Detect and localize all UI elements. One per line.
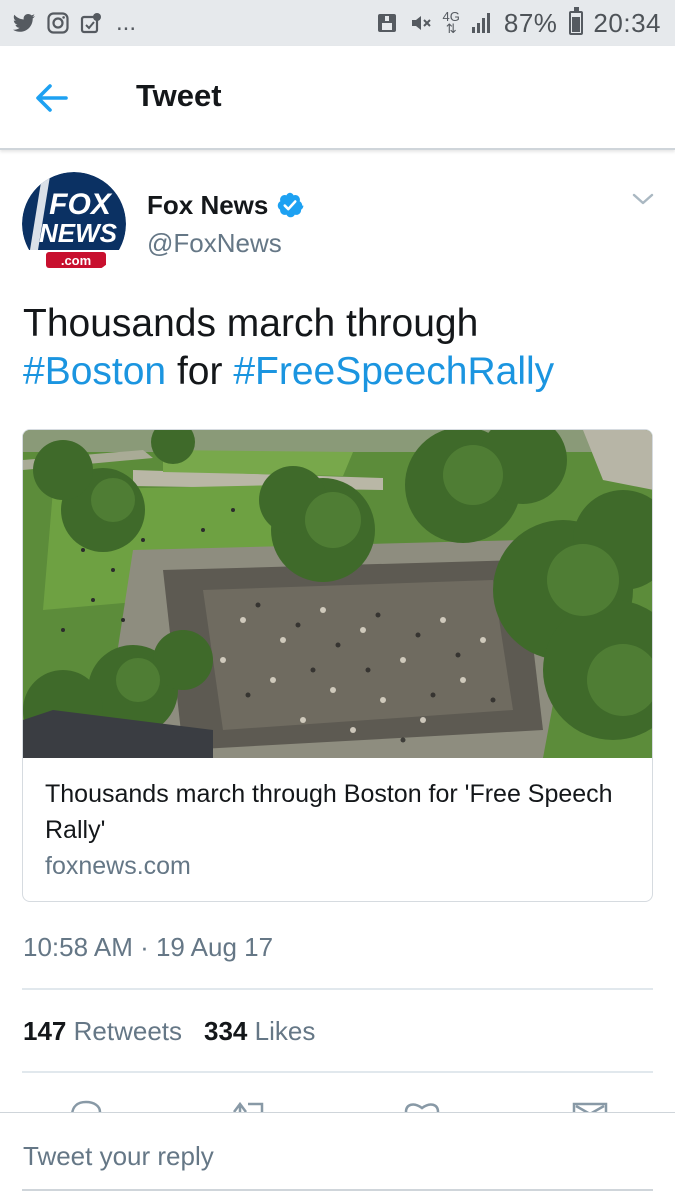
tweet-text: Thousands march through #Boston for #Fre… <box>23 300 653 396</box>
signal-icon <box>471 13 490 33</box>
clock: 20:34 <box>593 7 661 38</box>
notification-icon <box>80 13 101 34</box>
reply-input[interactable] <box>23 1141 643 1172</box>
likes-label: Likes <box>254 1016 316 1046</box>
svg-text:FOX: FOX <box>49 188 113 221</box>
save-icon <box>377 14 396 32</box>
back-arrow-icon[interactable] <box>32 80 72 116</box>
svg-text:NEWS: NEWS <box>39 218 118 248</box>
fox-news-logo: FOX NEWS .com <box>22 172 126 276</box>
tweet-text-part: for <box>176 350 223 393</box>
retweets-stat[interactable]: 147 Retweets <box>23 1016 182 1047</box>
link-card[interactable]: Thousands march through Boston for 'Free… <box>22 429 653 902</box>
battery-icon <box>569 7 584 35</box>
battery-percent: 87% <box>503 7 558 38</box>
verified-badge-icon <box>277 192 304 218</box>
hashtag-boston[interactable]: #Boston <box>23 350 166 393</box>
avatar[interactable]: FOX NEWS .com <box>22 172 126 276</box>
likes-stat[interactable]: 334 Likes <box>204 1016 315 1047</box>
author-handle[interactable]: @FoxNews <box>147 228 282 259</box>
reply-bar <box>0 1112 675 1200</box>
mute-icon <box>411 16 431 30</box>
chevron-down-icon[interactable] <box>630 190 656 208</box>
status-bar-right: 4G ⇅ 87% 20:34 <box>375 7 661 39</box>
twitter-icon <box>13 14 35 32</box>
divider <box>22 988 653 990</box>
status-bar-left: ... <box>12 9 136 37</box>
tweet-text-part: Thousands march through <box>23 302 479 345</box>
card-domain: foxnews.com <box>45 852 191 880</box>
status-bar: ... 4G ⇅ 87% 20:34 <box>0 0 675 46</box>
tweet-stats: 147 Retweets 334 Likes <box>23 1016 315 1047</box>
retweets-label: Retweets <box>73 1016 183 1046</box>
card-image <box>23 430 652 758</box>
app-header: Tweet <box>0 46 675 150</box>
more-notifications-dots: ... <box>116 9 137 36</box>
tweet-timestamp: 10:58 AM · 19 Aug 17 <box>23 932 274 962</box>
retweets-count: 147 <box>23 1016 67 1046</box>
author-name[interactable]: Fox News <box>147 190 268 221</box>
reply-underline <box>22 1189 653 1191</box>
instagram-icon <box>47 12 69 34</box>
likes-count: 334 <box>204 1016 248 1046</box>
card-title: Thousands march through Boston for 'Free… <box>45 780 613 844</box>
divider <box>22 1071 653 1073</box>
network-4g-icon: 4G ⇅ <box>442 9 460 36</box>
svg-text:.com: .com <box>61 253 91 268</box>
page-title: Tweet <box>136 78 222 113</box>
hashtag-freespeechrally[interactable]: #FreeSpeechRally <box>233 350 554 393</box>
